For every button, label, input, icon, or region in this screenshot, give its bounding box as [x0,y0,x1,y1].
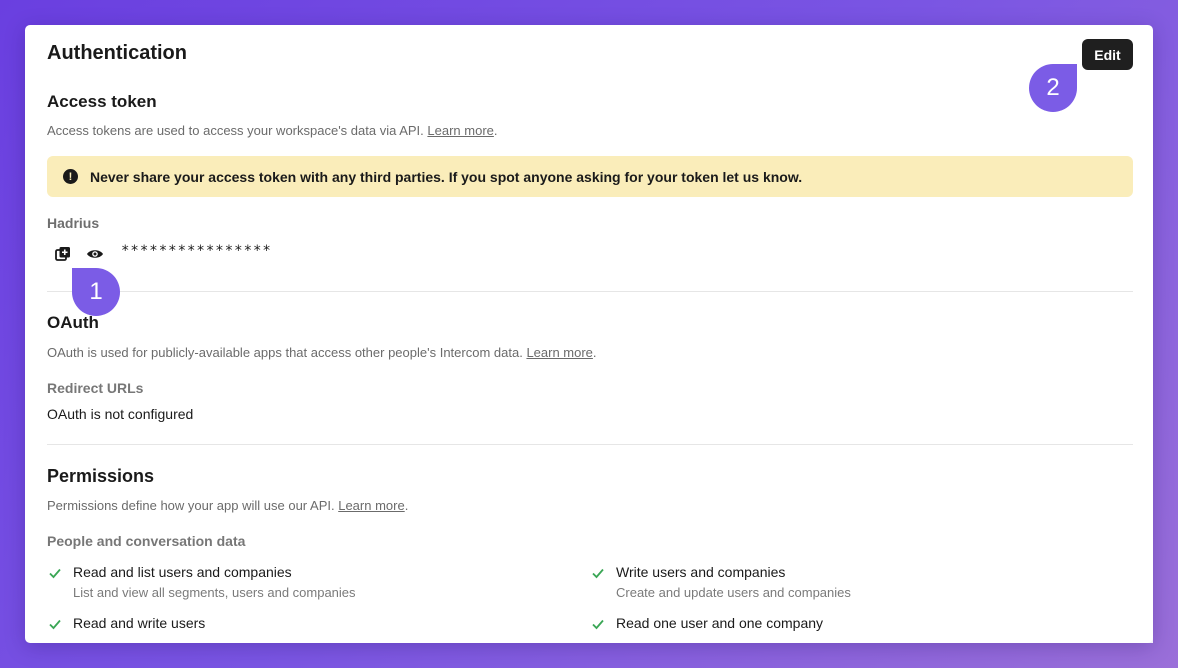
access-token-description: Access tokens are used to access your wo… [47,123,498,138]
permission-subtitle: List and view all segments, users and co… [73,585,356,600]
check-icon [49,568,61,579]
access-token-heading: Access token [47,92,157,111]
token-warning-banner: ! Never share your access token with any… [47,156,1133,197]
permission-title: Write users and companies [616,564,786,580]
check-icon [592,568,604,579]
authentication-card: Authentication Edit Access token Access … [25,25,1153,643]
redirect-urls-label: Redirect URLs [47,380,144,396]
masked-token-value: **************** [121,243,272,259]
permissions-period: . [404,498,409,513]
divider [47,291,1133,292]
permission-subtitle: Create and update users and companies [616,585,851,600]
page-title: Authentication [47,42,187,64]
access-token-period: . [493,123,498,138]
permissions-description: Permissions define how your app will use… [47,498,408,513]
check-icon [49,619,61,630]
access-token-learn-more-link[interactable]: Learn more [427,123,493,138]
permission-title: Read and list users and companies [73,564,292,580]
divider [47,444,1133,445]
oauth-description: OAuth is used for publicly-available app… [47,345,597,360]
copy-icon[interactable] [53,244,73,264]
permissions-heading: Permissions [47,466,155,486]
bottom-fade [1033,573,1153,643]
oauth-description-text: OAuth is used for publicly-available app… [47,345,523,360]
check-icon [592,619,604,630]
permission-group-label: People and conversation data [47,533,246,549]
step-marker-2: 2 [1029,64,1077,112]
permission-title: Read and write users [73,615,206,631]
permissions-description-text: Permissions define how your app will use… [47,498,335,513]
warning-icon: ! [63,169,78,184]
warning-text: Never share your access token with any t… [90,168,803,185]
oauth-heading: OAuth [47,313,99,332]
oauth-period: . [592,345,597,360]
permissions-learn-more-link[interactable]: Learn more [338,498,404,513]
token-name: Hadrius [47,215,100,231]
redirect-urls-value: OAuth is not configured [47,406,194,422]
oauth-learn-more-link[interactable]: Learn more [526,345,592,360]
eye-icon[interactable] [85,244,105,264]
step-marker-1: 1 [72,268,120,316]
edit-button[interactable]: Edit [1082,39,1133,70]
permission-title: Read one user and one company [616,615,824,631]
access-token-description-text: Access tokens are used to access your wo… [47,123,424,138]
